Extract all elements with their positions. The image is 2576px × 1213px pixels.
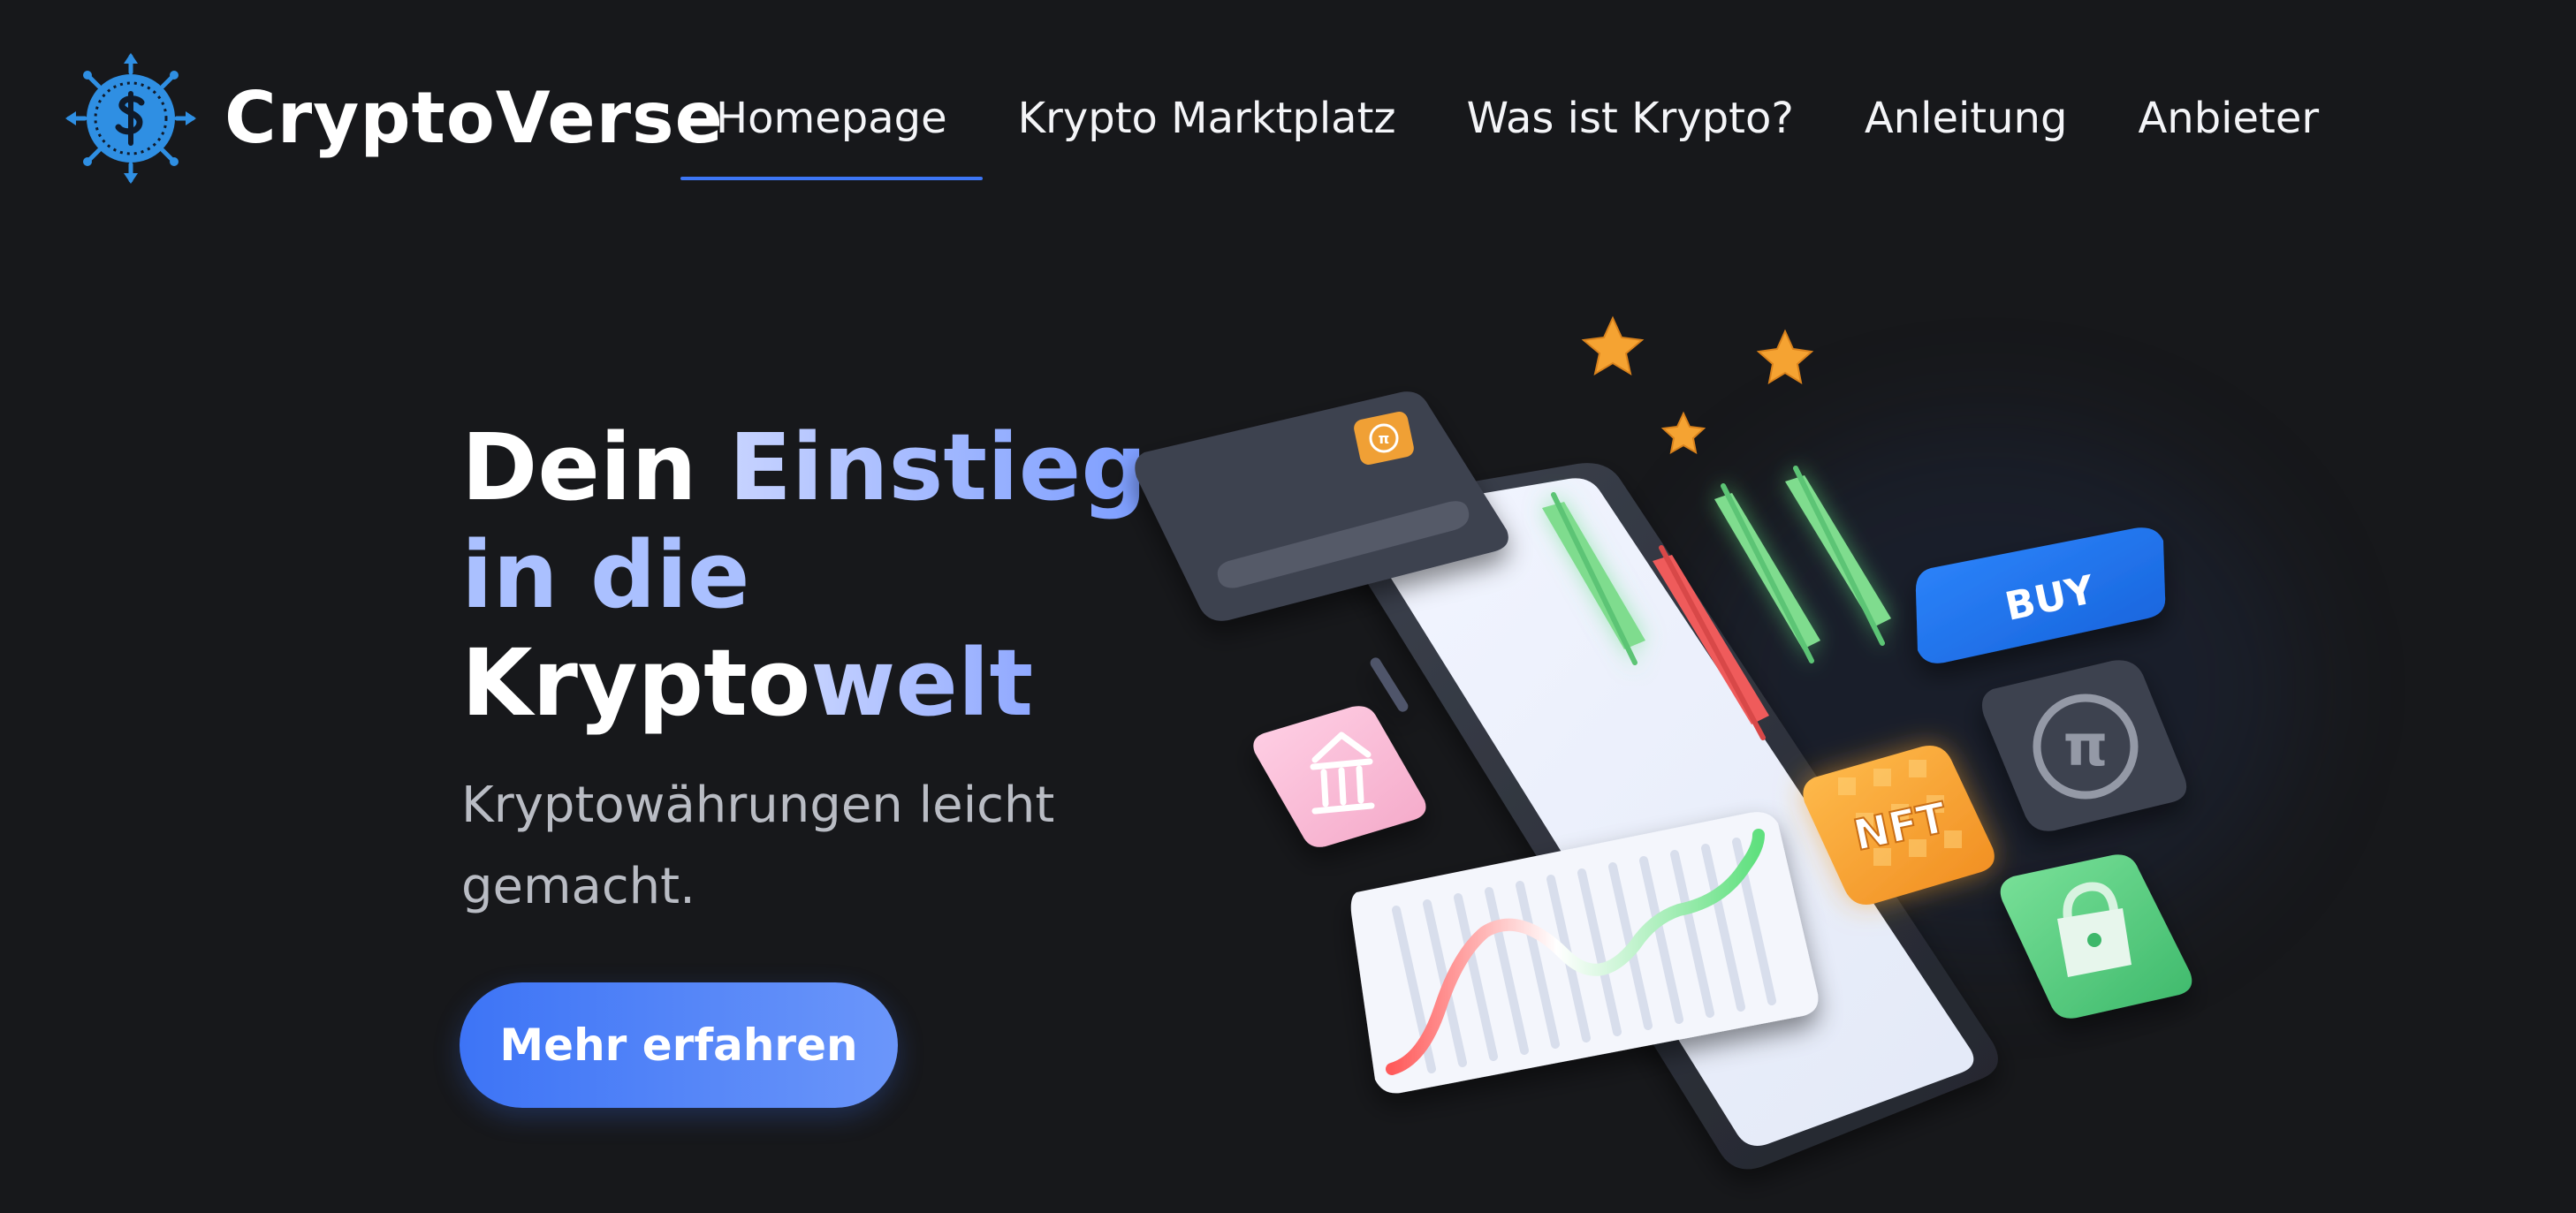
dollar-coin-icon[interactable] xyxy=(65,53,196,184)
hero-title-accent: welt xyxy=(810,629,1034,737)
nav-anbieter[interactable]: Anbieter xyxy=(2138,87,2319,150)
star-icon xyxy=(1581,315,1814,454)
bank-icon xyxy=(1253,706,1426,847)
nav-homepage[interactable]: Homepage xyxy=(680,87,983,180)
pi-coin-tile: π xyxy=(1981,660,2187,831)
hero-title-line-3: Kryptowelt xyxy=(461,629,1147,737)
svg-text:π: π xyxy=(1379,430,1390,447)
brand-name[interactable]: CryptoVerse xyxy=(224,78,724,159)
mehr-erfahren-button[interactable]: Mehr erfahren xyxy=(460,982,898,1108)
svg-text:π: π xyxy=(2063,714,2109,779)
nav-was-ist-krypto[interactable]: Was ist Krypto? xyxy=(1467,87,1794,150)
landing-page: CryptoVerse Homepage Krypto Marktplatz W… xyxy=(0,0,2576,1213)
lock-icon xyxy=(2000,854,2192,1019)
nav-krypto-marktplatz[interactable]: Krypto Marktplatz xyxy=(1018,87,1396,150)
hero-title-line-1: Dein Einstieg xyxy=(461,413,1147,521)
nav-anleitung[interactable]: Anleitung xyxy=(1865,87,2068,150)
crypto-phone-illustration: π BUY π NFT xyxy=(1135,315,2192,1170)
main-nav: Homepage Krypto Marktplatz Was ist Krypt… xyxy=(680,87,2319,180)
hero-title-accent: Einstieg xyxy=(728,413,1147,521)
hero-subtitle: Kryptowährungen leicht gemacht. xyxy=(461,777,1055,915)
buy-button-graphic: BUY xyxy=(1915,527,2166,663)
hero-title-line-2: in die xyxy=(461,521,750,629)
hero-title: Dein Einstieg in die Kryptowelt xyxy=(461,413,1147,737)
hero-title-word: Dein xyxy=(461,413,697,521)
hero-title-word: Krypto xyxy=(461,629,811,737)
